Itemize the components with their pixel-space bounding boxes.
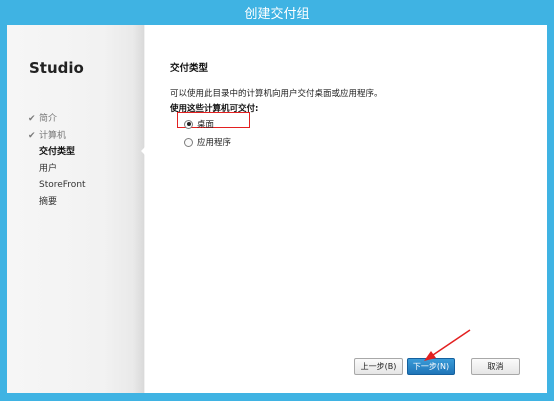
dialog-body: Studio ✔ 简介 ✔ 计算机 交付类型 用户 StoreFront 摘要 … bbox=[7, 25, 547, 393]
radio-button[interactable] bbox=[184, 137, 193, 147]
step-delivery-type[interactable]: 交付类型 bbox=[28, 144, 86, 161]
step-intro[interactable]: ✔ 简介 bbox=[28, 111, 86, 128]
step-label: 用户 bbox=[39, 163, 58, 174]
app-title: Studio bbox=[29, 59, 84, 77]
active-step-pointer bbox=[141, 146, 146, 156]
page-description: 可以使用此目录中的计算机向用户交付桌面或应用程序。 bbox=[170, 89, 383, 99]
step-users[interactable]: 用户 bbox=[28, 161, 86, 178]
window-frame-left bbox=[0, 25, 7, 401]
checkmark-icon: ✔ bbox=[28, 130, 36, 141]
back-button[interactable]: 上一步(B) bbox=[354, 358, 403, 375]
window-title: 创建交付组 bbox=[244, 7, 310, 22]
radio-label: 应用程序 bbox=[197, 138, 232, 148]
step-label: 计算机 bbox=[39, 130, 67, 141]
radio-option-applications[interactable]: 应用程序 bbox=[184, 136, 231, 148]
page-title: 交付类型 bbox=[170, 63, 209, 74]
radio-label: 桌面 bbox=[197, 120, 215, 130]
sidebar-shadow bbox=[133, 25, 145, 393]
next-button[interactable]: 下一步(N) bbox=[407, 358, 455, 375]
window-titlebar: 创建交付组 bbox=[0, 0, 554, 25]
step-label: 摘要 bbox=[39, 196, 58, 207]
step-label: 简介 bbox=[39, 114, 58, 124]
step-summary[interactable]: 摘要 bbox=[28, 194, 86, 211]
radio-option-desktop[interactable]: 桌面 bbox=[184, 118, 214, 130]
step-storefront[interactable]: StoreFront bbox=[28, 177, 86, 194]
window-frame-bottom bbox=[0, 393, 554, 401]
wizard-sidebar: Studio ✔ 简介 ✔ 计算机 交付类型 用户 StoreFront 摘要 bbox=[7, 25, 145, 393]
radio-button-selected[interactable] bbox=[184, 119, 193, 129]
wizard-content: 交付类型 可以使用此目录中的计算机向用户交付桌面或应用程序。 使用这些计算机可交… bbox=[164, 25, 534, 393]
wizard-steps: ✔ 简介 ✔ 计算机 交付类型 用户 StoreFront 摘要 bbox=[28, 111, 86, 210]
step-machines[interactable]: ✔ 计算机 bbox=[28, 128, 86, 145]
cancel-button[interactable]: 取消 bbox=[471, 358, 520, 375]
step-label: 交付类型 bbox=[39, 147, 76, 157]
step-label: StoreFront bbox=[39, 180, 86, 190]
checkmark-icon: ✔ bbox=[28, 114, 36, 124]
